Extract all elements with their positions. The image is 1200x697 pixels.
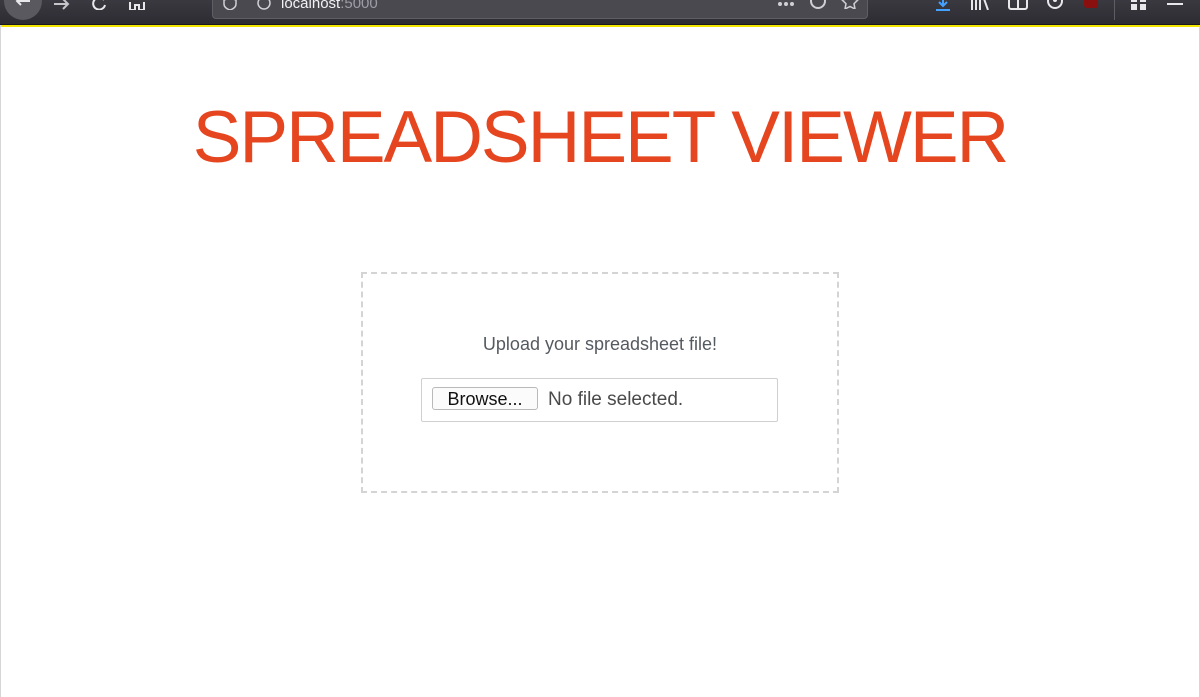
library-icon [971, 0, 989, 11]
url-bar[interactable]: localhost:5000 [212, 0, 868, 19]
file-input[interactable]: Browse... No file selected. [421, 378, 778, 422]
url-host: localhost [281, 0, 341, 12]
bookmark-star-icon[interactable] [841, 0, 859, 9]
home-button[interactable] [127, 0, 147, 16]
account-button[interactable] [1046, 0, 1064, 14]
info-icon[interactable] [257, 0, 271, 10]
library-button[interactable] [970, 0, 990, 16]
tracking-shield-icon [223, 0, 237, 10]
url-text: localhost:5000 [281, 0, 378, 12]
forward-button[interactable] [52, 0, 72, 18]
downloads-button[interactable] [934, 0, 952, 16]
upload-prompt: Upload your spreadsheet file! [482, 334, 718, 354]
page-top-edge [0, 25, 1200, 27]
menu-icon [1167, 3, 1183, 5]
reload-icon [92, 0, 106, 11]
url-port: :5000 [340, 0, 378, 12]
browse-button[interactable]: Browse... [432, 387, 538, 410]
extension-button[interactable] [1082, 0, 1100, 16]
browser-toolbar: localhost:5000 [0, 0, 1200, 25]
reload-button[interactable] [90, 0, 108, 16]
back-arrow-icon [15, 0, 30, 6]
home-icon [129, 2, 145, 11]
page-actions-icon[interactable] [777, 1, 795, 7]
toolbar-separator [1114, 0, 1115, 20]
grid-icon [1131, 0, 1146, 10]
download-icon [936, 0, 950, 11]
menu-button[interactable] [1166, 0, 1184, 16]
pocket-icon[interactable] [809, 0, 827, 10]
back-button[interactable] [4, 0, 42, 20]
account-icon [1047, 0, 1063, 9]
sidebar-icon [1008, 0, 1028, 10]
upload-dropzone[interactable]: Upload your spreadsheet file! Browse... … [361, 272, 839, 493]
grid-button[interactable] [1130, 0, 1148, 16]
forward-arrow-icon [54, 0, 70, 10]
file-status: No file selected. [548, 389, 684, 410]
extension-icon [1084, 0, 1098, 8]
sidebar-button[interactable] [1008, 0, 1028, 14]
page-title: SPREADSHEET VIEWER [192, 97, 1010, 178]
